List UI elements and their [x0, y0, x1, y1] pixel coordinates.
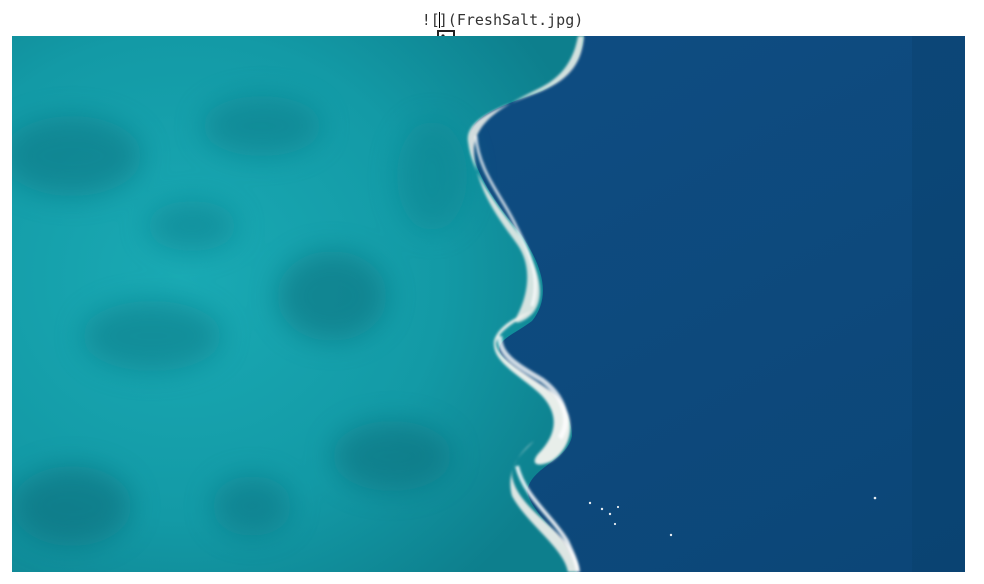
caption-prefix[interactable]: ![: [422, 11, 440, 29]
image-icon: [401, 12, 455, 46]
markdown-image-caption: ![](FreshSalt.jpg): [0, 10, 984, 46]
caption-suffix[interactable]: ](FreshSalt.jpg): [439, 11, 584, 29]
ocean-aerial-photo: [12, 36, 965, 572]
embedded-image[interactable]: [12, 36, 965, 572]
